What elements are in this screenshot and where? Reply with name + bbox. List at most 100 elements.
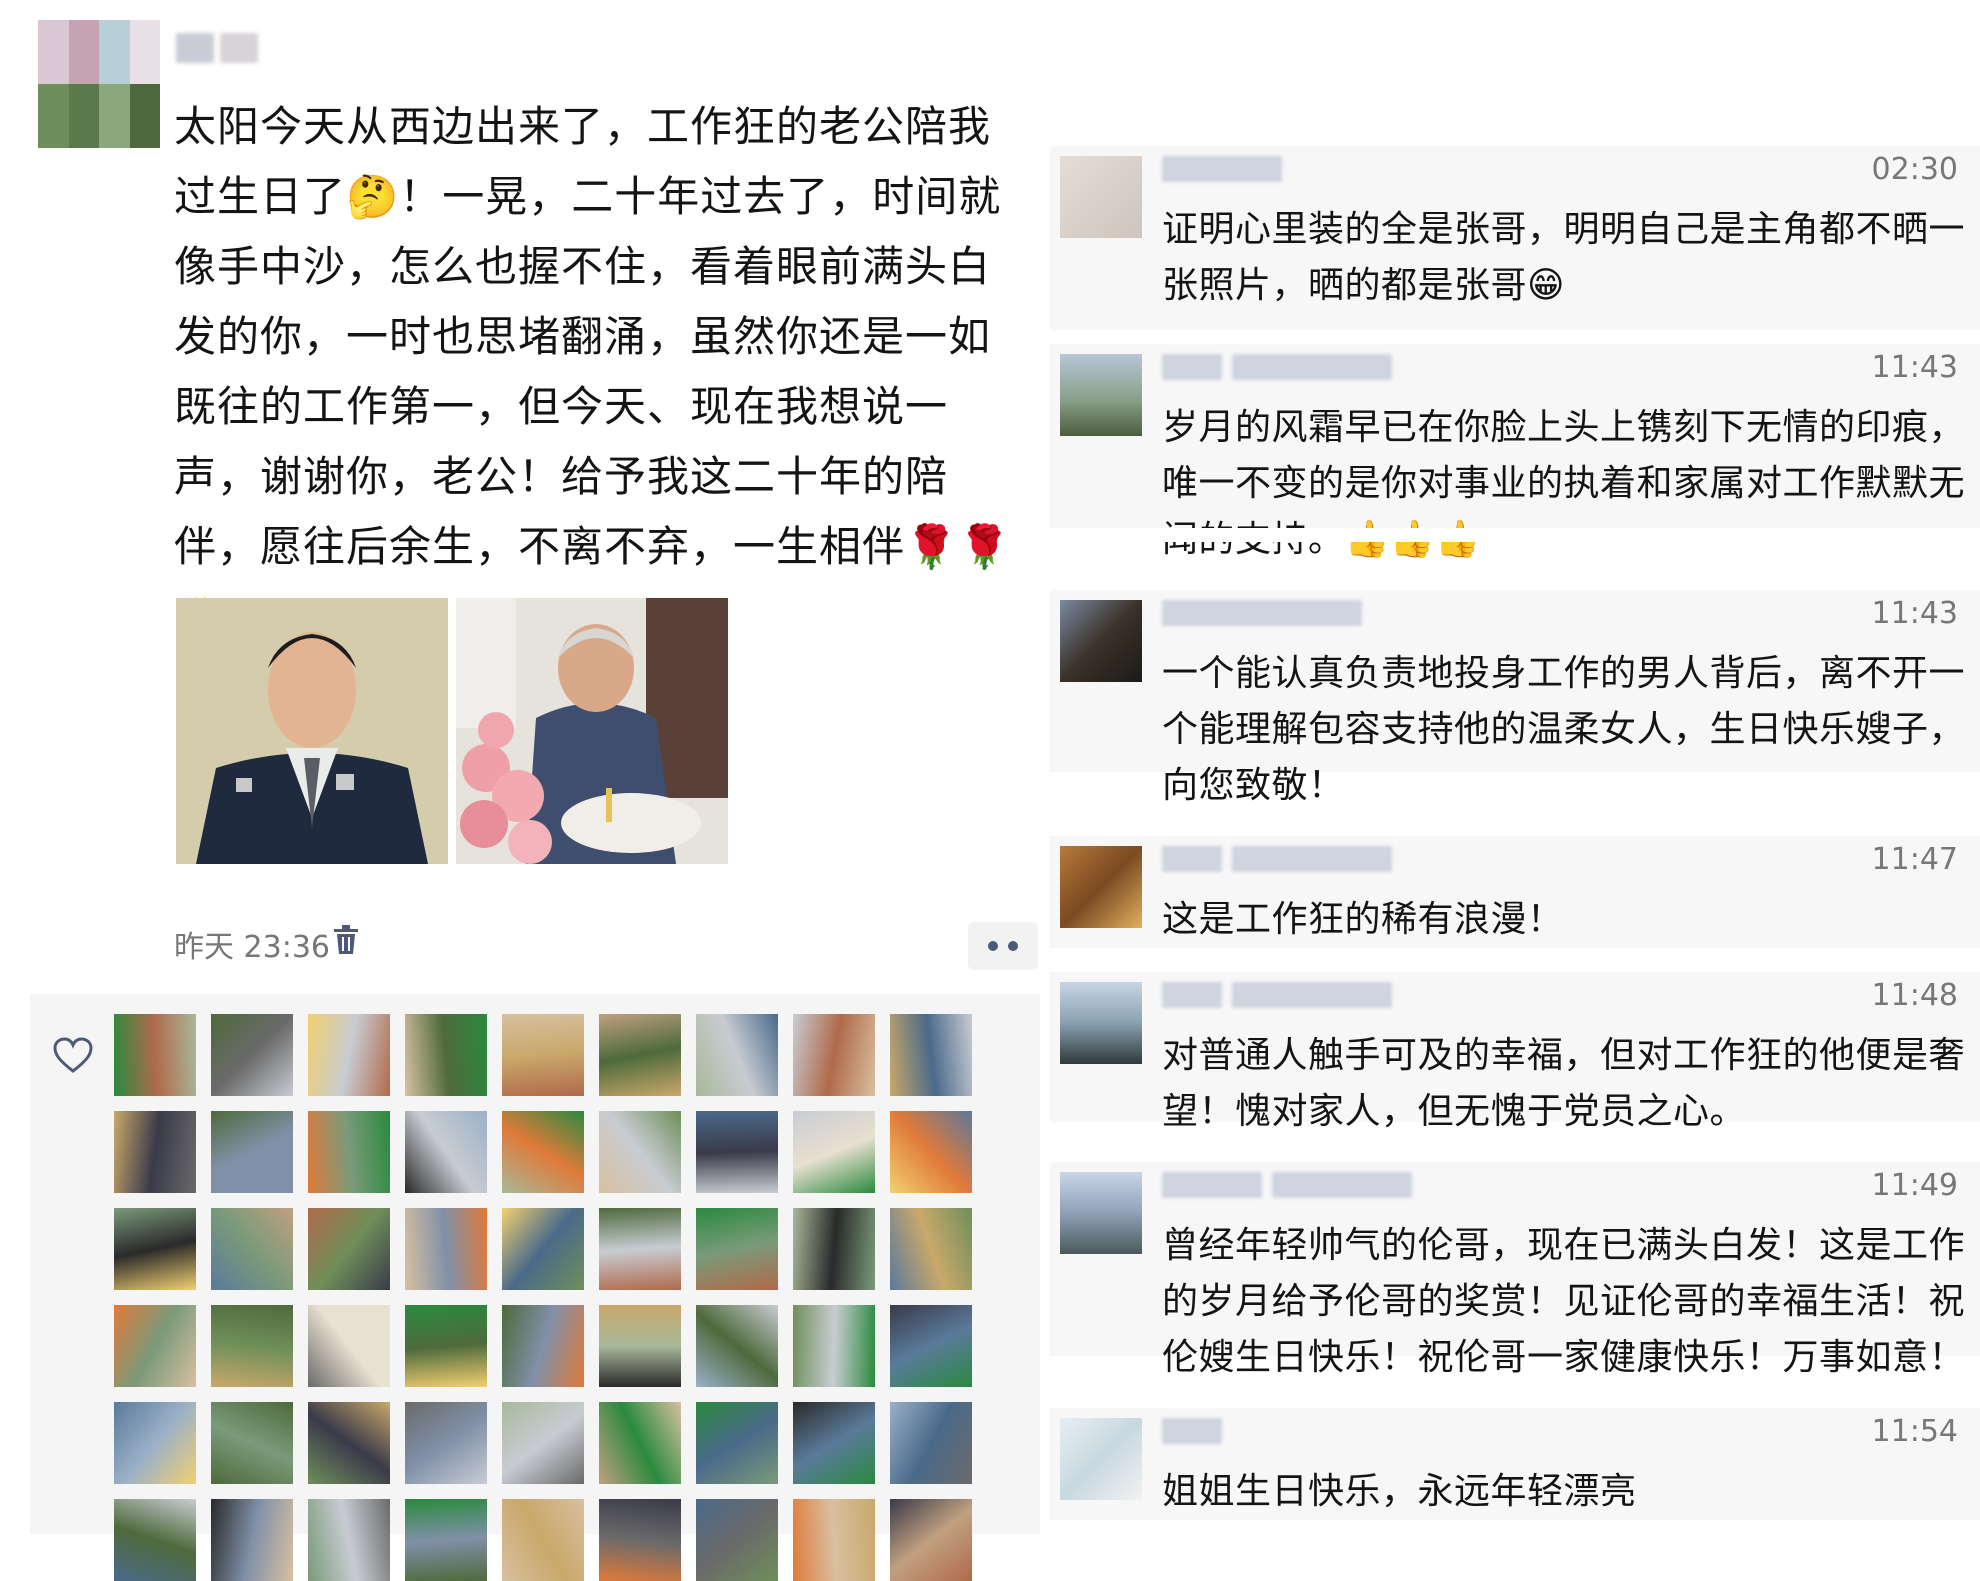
commenter-avatar[interactable] bbox=[1060, 846, 1142, 928]
liker-avatar[interactable] bbox=[696, 1208, 778, 1290]
liker-avatar[interactable] bbox=[405, 1305, 487, 1387]
liker-avatar[interactable] bbox=[114, 1305, 196, 1387]
liker-avatar[interactable] bbox=[696, 1111, 778, 1193]
liker-avatar[interactable] bbox=[793, 1111, 875, 1193]
liker-avatar[interactable] bbox=[405, 1208, 487, 1290]
liker-avatar[interactable] bbox=[502, 1305, 584, 1387]
liker-avatar[interactable] bbox=[114, 1111, 196, 1193]
liker-avatar[interactable] bbox=[502, 1499, 584, 1581]
liker-avatar[interactable] bbox=[211, 1111, 293, 1193]
liker-avatar[interactable] bbox=[114, 1208, 196, 1290]
avatar-pixel bbox=[68, 116, 99, 148]
commenter-name[interactable] bbox=[1162, 600, 1362, 630]
liker-avatar[interactable] bbox=[793, 1499, 875, 1581]
avatar-pixel bbox=[68, 20, 99, 52]
comment-text: 一个能认真负责地投身工作的男人背后，离不开一个能理解包容支持他的温柔女人，生日快… bbox=[1162, 653, 1966, 806]
liker-avatar[interactable] bbox=[114, 1499, 196, 1581]
more-options-button[interactable] bbox=[968, 922, 1038, 970]
liker-avatar[interactable] bbox=[308, 1499, 390, 1581]
comment-text: 证明心里装的全是张哥，明明自己是主角都不晒一张照片，晒的都是张哥😁 bbox=[1162, 209, 1966, 306]
commenter-name[interactable] bbox=[1162, 846, 1392, 876]
liker-avatar[interactable] bbox=[308, 1111, 390, 1193]
heart-icon bbox=[53, 1037, 93, 1073]
comment-item[interactable]: 11:47 这是工作狂的稀有浪漫！ bbox=[1050, 836, 1980, 948]
avatar-pixel bbox=[129, 84, 160, 116]
commenter-name[interactable] bbox=[1162, 156, 1282, 186]
trash-icon[interactable] bbox=[332, 924, 360, 956]
commenter-name[interactable] bbox=[1162, 1418, 1222, 1448]
liker-avatar[interactable] bbox=[211, 1402, 293, 1484]
commenter-name[interactable] bbox=[1162, 982, 1392, 1012]
post-photo-birthday-cake[interactable] bbox=[456, 598, 728, 864]
liker-avatar[interactable] bbox=[890, 1499, 972, 1581]
avatar-pixel bbox=[38, 52, 69, 84]
liker-avatar[interactable] bbox=[211, 1499, 293, 1581]
commenter-avatar[interactable] bbox=[1060, 1418, 1142, 1500]
liker-avatar[interactable] bbox=[405, 1111, 487, 1193]
liker-avatar[interactable] bbox=[405, 1014, 487, 1096]
liker-avatar[interactable] bbox=[308, 1014, 390, 1096]
liker-avatar[interactable] bbox=[890, 1111, 972, 1193]
commenter-name[interactable] bbox=[1162, 1172, 1412, 1202]
post-photo-uniform-portrait[interactable] bbox=[176, 598, 448, 864]
commenter-avatar[interactable] bbox=[1060, 600, 1142, 682]
comment-item[interactable]: 02:30 证明心里装的全是张哥，明明自己是主角都不晒一张照片，晒的都是张哥😁 bbox=[1050, 146, 1980, 330]
liker-avatar[interactable] bbox=[599, 1499, 681, 1581]
comment-item[interactable]: 11:54 姐姐生日快乐，永远年轻漂亮 bbox=[1050, 1408, 1980, 1520]
liker-avatar[interactable] bbox=[308, 1208, 390, 1290]
liker-avatar[interactable] bbox=[502, 1111, 584, 1193]
liker-avatar[interactable] bbox=[114, 1014, 196, 1096]
comments-panel: 02:30 证明心里装的全是张哥，明明自己是主角都不晒一张照片，晒的都是张哥😁 … bbox=[1050, 146, 1980, 1534]
liker-avatar[interactable] bbox=[793, 1208, 875, 1290]
avatar-pixel bbox=[68, 52, 99, 84]
comment-text: 曾经年轻帅气的伦哥，现在已满头白发！这是工作的岁月给予伦哥的奖赏！见证伦哥的幸福… bbox=[1162, 1225, 1966, 1378]
liker-avatar[interactable] bbox=[890, 1208, 972, 1290]
liker-avatar[interactable] bbox=[696, 1014, 778, 1096]
commenter-avatar[interactable] bbox=[1060, 156, 1142, 238]
commenter-name[interactable] bbox=[1162, 354, 1392, 384]
comment-text: 岁月的风霜早已在你脸上头上镌刻下无情的印痕，唯一不变的是你对事业的执着和家属对工… bbox=[1162, 407, 1966, 560]
author-name[interactable] bbox=[176, 28, 262, 68]
comment-item[interactable]: 11:49 曾经年轻帅气的伦哥，现在已满头白发！这是工作的岁月给予伦哥的奖赏！见… bbox=[1050, 1162, 1980, 1378]
liker-avatar[interactable] bbox=[211, 1208, 293, 1290]
avatar-pixel bbox=[129, 52, 160, 84]
avatar-pixel bbox=[99, 20, 130, 52]
post-text: 太阳今天从西边出来了，工作狂的老公陪我过生日了🤔！一晃，二十年过去了，时间就像手… bbox=[174, 102, 1012, 641]
comment-item[interactable]: 11:43 岁月的风霜早已在你脸上头上镌刻下无情的印痕，唯一不变的是你对事业的执… bbox=[1050, 344, 1980, 560]
avatar-pixel bbox=[99, 84, 130, 116]
avatar-pixel bbox=[99, 116, 130, 148]
liker-avatar[interactable] bbox=[696, 1499, 778, 1581]
avatar-pixel bbox=[99, 52, 130, 84]
liker-avatar[interactable] bbox=[793, 1014, 875, 1096]
author-avatar[interactable] bbox=[38, 20, 160, 148]
liker-avatar[interactable] bbox=[696, 1402, 778, 1484]
liker-avatar[interactable] bbox=[599, 1111, 681, 1193]
liker-avatar[interactable] bbox=[211, 1014, 293, 1096]
comment-text: 姐姐生日快乐，永远年轻漂亮 bbox=[1162, 1471, 1637, 1512]
avatar-pixel bbox=[38, 20, 69, 52]
liker-avatar[interactable] bbox=[696, 1305, 778, 1387]
liker-avatar[interactable] bbox=[599, 1402, 681, 1484]
liker-avatar[interactable] bbox=[890, 1402, 972, 1484]
liker-avatar[interactable] bbox=[308, 1402, 390, 1484]
liker-avatar[interactable] bbox=[599, 1208, 681, 1290]
liker-avatar[interactable] bbox=[405, 1402, 487, 1484]
commenter-avatar[interactable] bbox=[1060, 982, 1142, 1064]
liker-avatar[interactable] bbox=[793, 1305, 875, 1387]
liker-avatar[interactable] bbox=[308, 1305, 390, 1387]
liker-avatar[interactable] bbox=[599, 1014, 681, 1096]
liker-avatar[interactable] bbox=[890, 1305, 972, 1387]
comment-item[interactable]: 11:43 一个能认真负责地投身工作的男人背后，离不开一个能理解包容支持他的温柔… bbox=[1050, 590, 1980, 806]
commenter-avatar[interactable] bbox=[1060, 1172, 1142, 1254]
liker-avatar[interactable] bbox=[502, 1014, 584, 1096]
liker-avatar[interactable] bbox=[114, 1402, 196, 1484]
liker-avatar[interactable] bbox=[890, 1014, 972, 1096]
comment-item[interactable]: 11:48 对普通人触手可及的幸福，但对工作狂的他便是奢望！愧对家人，但无愧于党… bbox=[1050, 972, 1980, 1132]
liker-avatar[interactable] bbox=[599, 1305, 681, 1387]
liker-avatar[interactable] bbox=[502, 1208, 584, 1290]
liker-avatar[interactable] bbox=[502, 1402, 584, 1484]
liker-avatar[interactable] bbox=[211, 1305, 293, 1387]
liker-avatar[interactable] bbox=[793, 1402, 875, 1484]
commenter-avatar[interactable] bbox=[1060, 354, 1142, 436]
liker-avatar[interactable] bbox=[405, 1499, 487, 1581]
